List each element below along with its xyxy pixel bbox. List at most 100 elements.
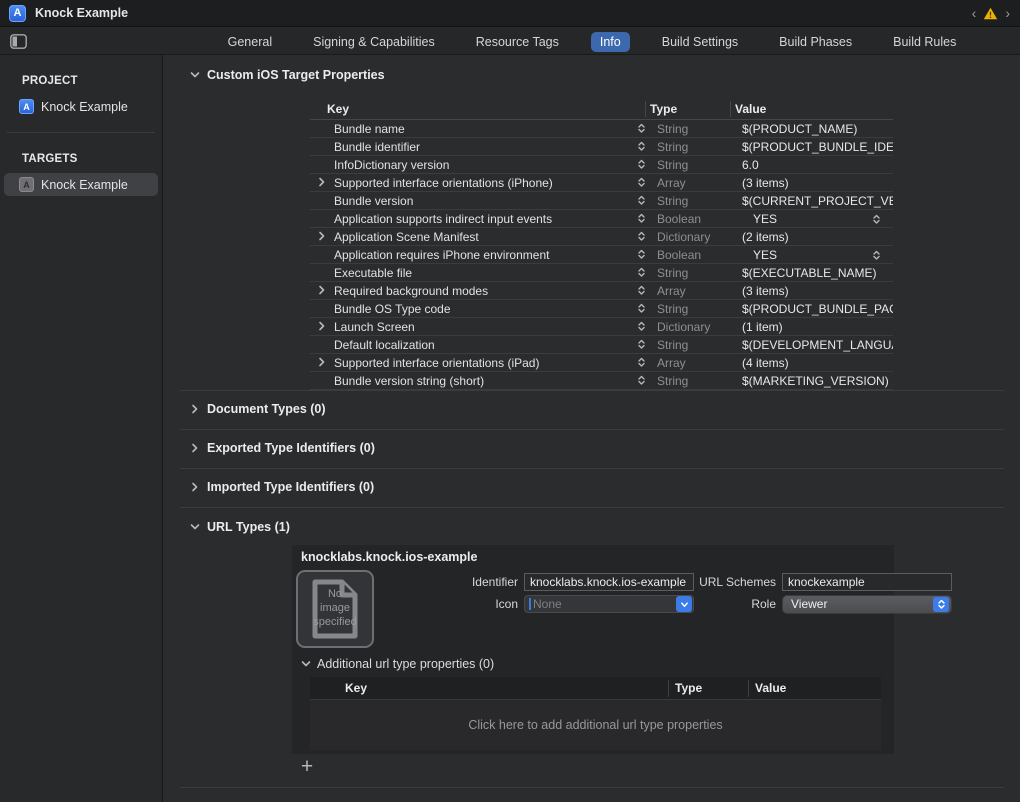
property-value-cell[interactable]: YES [738, 248, 893, 262]
property-row[interactable]: Application Scene Manifest Dictionary (2… [310, 228, 893, 246]
sidebar-item-target[interactable]: A Knock Example [4, 173, 158, 196]
property-value: $(PRODUCT_NAME) [742, 122, 857, 136]
additional-properties-header[interactable]: Additional url type properties (0) [301, 657, 894, 671]
property-value-cell[interactable]: $(CURRENT_PROJECT_VERSION) [738, 194, 893, 208]
property-key: Application supports indirect input even… [334, 212, 630, 226]
document-types-section-header[interactable]: Document Types (0) [190, 402, 326, 416]
property-value-cell[interactable]: 6.0 [738, 158, 893, 172]
key-stepper-icon[interactable] [630, 375, 652, 386]
property-type: String [652, 374, 738, 388]
exported-type-ids-section-header[interactable]: Exported Type Identifiers (0) [190, 441, 375, 455]
url-type-image-well[interactable]: Noimagespecified [296, 570, 374, 648]
additional-properties-table: Key Type Value Click here to add additio… [310, 677, 881, 750]
tab-build-settings[interactable]: Build Settings [653, 32, 747, 52]
add-url-type-button[interactable]: + [297, 758, 317, 778]
column-header-key: Key [310, 102, 645, 116]
key-stepper-icon[interactable] [630, 249, 652, 260]
property-row[interactable]: Default localization String $(DEVELOPMEN… [310, 336, 893, 354]
property-row[interactable]: Required background modes Array (3 items… [310, 282, 893, 300]
property-key: Executable file [334, 266, 630, 280]
property-key: Launch Screen [334, 320, 630, 334]
key-stepper-icon[interactable] [630, 123, 652, 134]
tab-build-rules[interactable]: Build Rules [884, 32, 965, 52]
key-stepper-icon[interactable] [630, 339, 652, 350]
tab-build-phases[interactable]: Build Phases [770, 32, 861, 52]
sidebar-toggle-icon[interactable] [10, 34, 27, 49]
key-stepper-icon[interactable] [630, 231, 652, 242]
chevron-right-icon [190, 482, 200, 492]
property-row[interactable]: Bundle identifier String $(PRODUCT_BUNDL… [310, 138, 893, 156]
forward-button[interactable]: › [1005, 6, 1010, 20]
tab-resource-tags[interactable]: Resource Tags [467, 32, 568, 52]
tab-bar: General Signing & Capabilities Resource Ta… [0, 28, 1020, 55]
text-cursor [529, 598, 531, 610]
property-value-cell[interactable]: $(PRODUCT_NAME) [738, 122, 893, 136]
property-value-cell[interactable]: YES [738, 212, 893, 226]
property-type: String [652, 338, 738, 352]
value-stepper-icon[interactable] [872, 214, 881, 226]
chevron-right-icon [317, 228, 327, 246]
additional-table-empty-area[interactable]: Click here to add additional url type pr… [310, 700, 881, 750]
back-button[interactable]: ‹ [972, 6, 977, 20]
tab-info[interactable]: Info [591, 32, 630, 52]
identifier-field[interactable]: knocklabs.knock.ios-example [524, 573, 694, 591]
property-value: (3 items) [742, 284, 789, 298]
property-value-cell[interactable]: $(DEVELOPMENT_LANGUAGE) [738, 338, 893, 352]
value-stepper-icon[interactable] [872, 250, 881, 262]
role-popup-button[interactable]: Viewer [782, 595, 952, 614]
imported-type-ids-section-header[interactable]: Imported Type Identifiers (0) [190, 480, 374, 494]
key-stepper-icon[interactable] [630, 177, 652, 188]
key-stepper-icon[interactable] [630, 357, 652, 368]
property-row[interactable]: Supported interface orientations (iPhone… [310, 174, 893, 192]
property-value-cell[interactable]: $(PRODUCT_BUNDLE_PACKAGE_TYPE) [738, 302, 893, 316]
property-value-cell[interactable]: (3 items) [738, 284, 893, 298]
property-row[interactable]: Bundle name String $(PRODUCT_NAME) [310, 120, 893, 138]
property-row[interactable]: Executable file String $(EXECUTABLE_NAME… [310, 264, 893, 282]
tab-general[interactable]: General [219, 32, 281, 52]
property-value-cell[interactable]: $(EXECUTABLE_NAME) [738, 266, 893, 280]
key-stepper-icon[interactable] [630, 267, 652, 278]
key-stepper-icon[interactable] [630, 213, 652, 224]
custom-properties-section-header[interactable]: Custom iOS Target Properties [190, 68, 385, 82]
tab-signing-capabilities[interactable]: Signing & Capabilities [304, 32, 444, 52]
property-row[interactable]: Launch Screen Dictionary (1 item) [310, 318, 893, 336]
combo-dropdown-button[interactable] [676, 596, 692, 612]
property-row[interactable]: Supported interface orientations (iPad) … [310, 354, 893, 372]
property-value-cell[interactable]: $(MARKETING_VERSION) [738, 374, 893, 388]
key-stepper-icon[interactable] [630, 195, 652, 206]
identifier-label: Identifier [374, 575, 524, 589]
icon-combo-box[interactable]: None [524, 595, 694, 613]
property-value-cell[interactable]: (3 items) [738, 176, 893, 190]
property-value: (4 items) [742, 356, 789, 370]
property-row[interactable]: Bundle version String $(CURRENT_PROJECT_… [310, 192, 893, 210]
property-key: Supported interface orientations (iPhone… [334, 176, 630, 190]
property-row[interactable]: InfoDictionary version String 6.0 [310, 156, 893, 174]
property-type: Boolean [652, 212, 738, 226]
property-value: $(EXECUTABLE_NAME) [742, 266, 876, 280]
url-types-section-header[interactable]: URL Types (1) [190, 520, 290, 534]
property-key: Bundle identifier [334, 140, 630, 154]
property-row[interactable]: Bundle OS Type code String $(PRODUCT_BUN… [310, 300, 893, 318]
key-stepper-icon[interactable] [630, 303, 652, 314]
url-schemes-label: URL Schemes [694, 575, 782, 589]
key-stepper-icon[interactable] [630, 141, 652, 152]
info-editor-content: Custom iOS Target Properties Key Type Va… [164, 55, 1020, 802]
property-type: String [652, 158, 738, 172]
warning-icon[interactable] [983, 7, 998, 20]
xcode-window: A Knock Example ‹ › General Signing & Cap… [0, 0, 1020, 802]
property-value-cell[interactable]: (2 items) [738, 230, 893, 244]
key-stepper-icon[interactable] [630, 321, 652, 332]
url-type-name: knocklabs.knock.ios-example [292, 545, 894, 568]
property-row[interactable]: Bundle version string (short) String $(M… [310, 372, 893, 390]
key-stepper-icon[interactable] [630, 285, 652, 296]
property-value: (1 item) [742, 320, 783, 334]
property-row[interactable]: Application supports indirect input even… [310, 210, 893, 228]
key-stepper-icon[interactable] [630, 159, 652, 170]
property-value-cell[interactable]: (4 items) [738, 356, 893, 370]
property-value-cell[interactable]: $(PRODUCT_BUNDLE_IDENTIFIER) [738, 140, 893, 154]
property-row[interactable]: Application requires iPhone environment … [310, 246, 893, 264]
url-schemes-field[interactable]: knockexample [782, 573, 952, 591]
chevron-right-icon [317, 318, 327, 336]
property-value-cell[interactable]: (1 item) [738, 320, 893, 334]
sidebar-item-project[interactable]: A Knock Example [4, 95, 158, 118]
